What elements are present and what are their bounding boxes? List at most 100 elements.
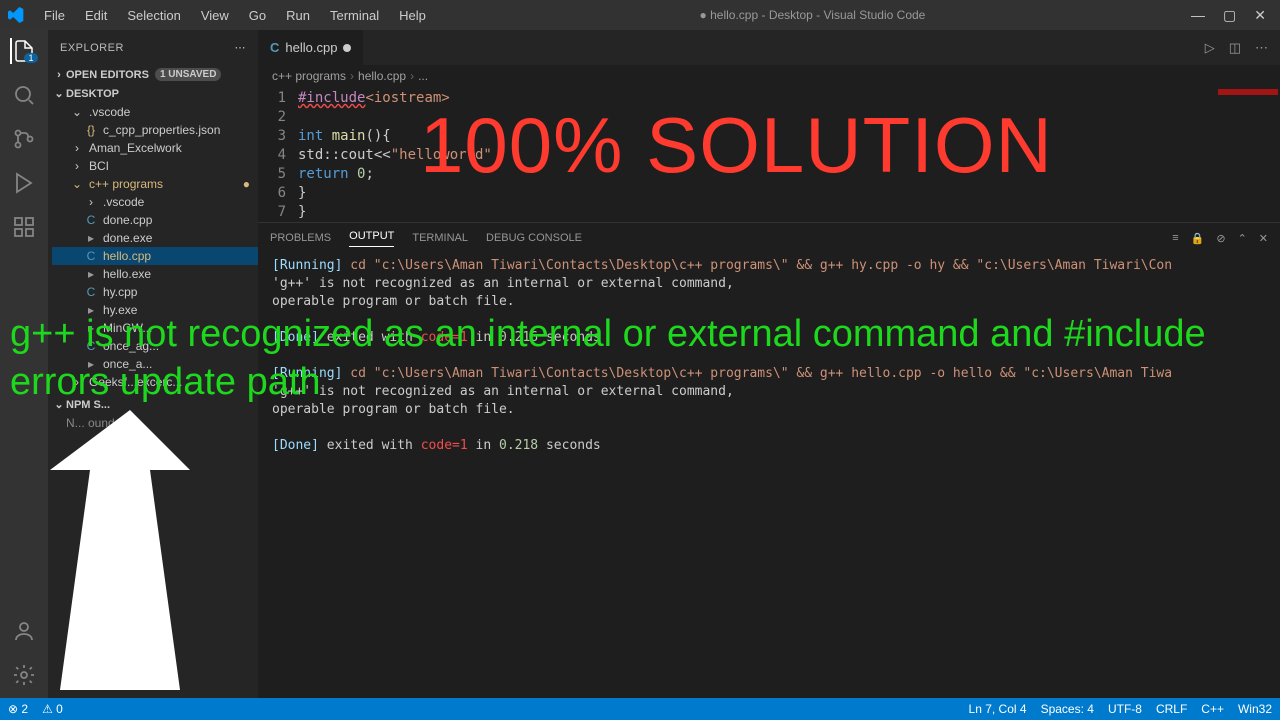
modified-dot-icon: ● <box>243 177 250 191</box>
status-item[interactable]: CRLF <box>1156 702 1187 716</box>
status-item[interactable]: C++ <box>1201 702 1224 716</box>
folder--vscode[interactable]: › .vscode <box>52 193 258 211</box>
menu-selection[interactable]: Selection <box>119 4 188 27</box>
file-hello-cpp[interactable]: Chello.cpp <box>52 247 258 265</box>
menu-run[interactable]: Run <box>278 4 318 27</box>
tree-item-label: hy.exe <box>103 303 137 317</box>
chevron-down-icon: ⌄ <box>70 177 84 191</box>
close-button[interactable]: ✕ <box>1254 7 1266 24</box>
run-icon[interactable]: ▷ <box>1205 40 1215 56</box>
extensions-icon[interactable] <box>11 214 37 240</box>
file-c-cpp-properties-json[interactable]: {}c_cpp_properties.json <box>52 121 258 139</box>
npm-header[interactable]: ⌄ NPM S... <box>48 395 258 414</box>
status-item[interactable]: UTF-8 <box>1108 702 1142 716</box>
tree-item-label: hello.exe <box>103 267 151 281</box>
tree-item-label: done.cpp <box>103 213 152 227</box>
panel-clear-icon[interactable]: ⊘ <box>1216 232 1225 245</box>
file-once-ag-[interactable]: Conce_ag... <box>52 337 258 355</box>
account-icon[interactable] <box>11 618 37 644</box>
source-control-icon[interactable] <box>11 126 37 152</box>
file-hello-exe[interactable]: ▸ hello.exe <box>52 265 258 283</box>
output-panel[interactable]: [Running] cd "c:\Users\Aman Tiwari\Conta… <box>258 253 1280 698</box>
menu-view[interactable]: View <box>193 4 237 27</box>
code-editor[interactable]: 1234567 #include<iostream> int main(){ s… <box>258 87 1280 222</box>
chevron-down-icon: ⌄ <box>70 105 84 119</box>
status-item[interactable]: Ln 7, Col 4 <box>969 702 1027 716</box>
menu-help[interactable]: Help <box>391 4 434 27</box>
chevron-down-icon: ⌄ <box>52 87 66 100</box>
gutter: 1234567 <box>258 89 298 222</box>
panel-tab-terminal[interactable]: TERMINAL <box>412 232 468 244</box>
file-hy-cpp[interactable]: Chy.cpp <box>52 283 258 301</box>
explorer-icon[interactable]: 1 <box>10 38 36 64</box>
open-editors-header[interactable]: › OPEN EDITORS 1 UNSAVED <box>48 65 258 84</box>
menu-go[interactable]: Go <box>241 4 274 27</box>
panel-maximize-icon[interactable]: ⌃ <box>1238 232 1247 245</box>
status-bar: ⊗ 2 ⚠ 0 Ln 7, Col 4 Spaces: 4 UTF-8 CRLF C++ W… <box>0 698 1280 720</box>
window-controls: — ▢ ✕ <box>1191 7 1272 24</box>
workspace-root-header[interactable]: ⌄ DESKTOP <box>48 84 258 103</box>
file-icon: C <box>84 285 98 299</box>
status-item[interactable]: ⚠ 0 <box>42 702 63 716</box>
file-icon: ▸ <box>84 303 98 317</box>
file-icon: ▸ <box>84 267 98 281</box>
menu-terminal[interactable]: Terminal <box>322 4 387 27</box>
folder-c-programs[interactable]: ⌄c++ programs ● <box>52 175 258 193</box>
file-mingw-[interactable]: ▸MinGW... <box>52 319 258 337</box>
chevron-right-icon: › <box>52 69 66 81</box>
panel-tab-debug-console[interactable]: DEBUG CONSOLE <box>486 232 582 244</box>
file-done-exe[interactable]: ▸done.exe <box>52 229 258 247</box>
vscode-logo-icon <box>8 7 24 23</box>
sidebar-more-icon[interactable]: ⋯ <box>235 41 247 54</box>
editor-tabs: C hello.cpp ▷ ◫ ⋯ <box>258 30 1280 65</box>
settings-gear-icon[interactable] <box>11 662 37 688</box>
file-hy-exe[interactable]: ▸ hy.exe <box>52 301 258 319</box>
tree-item-label: hy.cpp <box>103 285 137 299</box>
maximize-button[interactable]: ▢ <box>1223 7 1236 24</box>
editor-area: C hello.cpp ▷ ◫ ⋯ c++ programs › hello.cpp… <box>258 30 1280 698</box>
tree-item-label: .vscode <box>103 195 144 209</box>
menu-bar: FileEditSelectionViewGoRunTerminalHelp <box>36 4 434 27</box>
breadcrumb-separator-icon: › <box>410 69 414 83</box>
menu-file[interactable]: File <box>36 4 73 27</box>
file-icon: ▸ <box>84 321 98 335</box>
file-icon: C <box>84 339 98 353</box>
status-item[interactable]: Win32 <box>1238 702 1272 716</box>
npm-label: NPM S... <box>66 399 110 411</box>
folder-geeksf-excerc-[interactable]: ›Geeksf...excerc... <box>52 373 258 391</box>
search-icon[interactable] <box>11 82 37 108</box>
tree-item-label: once_a... <box>103 357 152 371</box>
file-icon: C <box>84 249 98 263</box>
bottom-panel: PROBLEMSOUTPUTTERMINALDEBUG CONSOLE ≡ 🔒 … <box>258 222 1280 698</box>
status-item[interactable]: ⊗ 2 <box>8 702 28 716</box>
panel-filter-icon[interactable]: ≡ <box>1172 232 1178 245</box>
more-actions-icon[interactable]: ⋯ <box>1255 40 1268 56</box>
folder-bci[interactable]: ›BCI <box>52 157 258 175</box>
panel-tab-problems[interactable]: PROBLEMS <box>270 232 331 244</box>
menu-edit[interactable]: Edit <box>77 4 115 27</box>
chevron-right-icon: › <box>84 195 98 209</box>
status-item[interactable]: Spaces: 4 <box>1041 702 1094 716</box>
open-editors-label: OPEN EDITORS <box>66 69 149 81</box>
panel-close-icon[interactable]: ✕ <box>1259 232 1268 245</box>
panel-tab-output[interactable]: OUTPUT <box>349 230 394 247</box>
panel-lock-icon[interactable]: 🔒 <box>1191 232 1205 245</box>
tab-hello-cpp[interactable]: C hello.cpp <box>258 30 364 65</box>
minimap[interactable] <box>1210 87 1280 222</box>
breadcrumbs[interactable]: c++ programs›hello.cpp›... <box>258 65 1280 87</box>
workspace-root-label: DESKTOP <box>66 88 119 100</box>
tree-item-label: Aman_Excelwork <box>89 141 182 155</box>
file-once-a-[interactable]: ▸once_a... <box>52 355 258 373</box>
folder--vscode[interactable]: ⌄.vscode <box>52 103 258 121</box>
minimize-button[interactable]: — <box>1191 7 1205 24</box>
breadcrumb-item[interactable]: c++ programs <box>272 69 346 83</box>
run-debug-icon[interactable] <box>11 170 37 196</box>
breadcrumb-item[interactable]: hello.cpp <box>358 69 406 83</box>
chevron-down-icon: ⌄ <box>52 398 66 411</box>
cpp-file-icon: C <box>270 40 279 55</box>
split-editor-icon[interactable]: ◫ <box>1229 40 1241 56</box>
folder-aman-excelwork[interactable]: ›Aman_Excelwork <box>52 139 258 157</box>
code-lines[interactable]: #include<iostream> int main(){ std::cout… <box>298 89 492 222</box>
file-done-cpp[interactable]: Cdone.cpp <box>52 211 258 229</box>
breadcrumb-item[interactable]: ... <box>418 69 428 83</box>
